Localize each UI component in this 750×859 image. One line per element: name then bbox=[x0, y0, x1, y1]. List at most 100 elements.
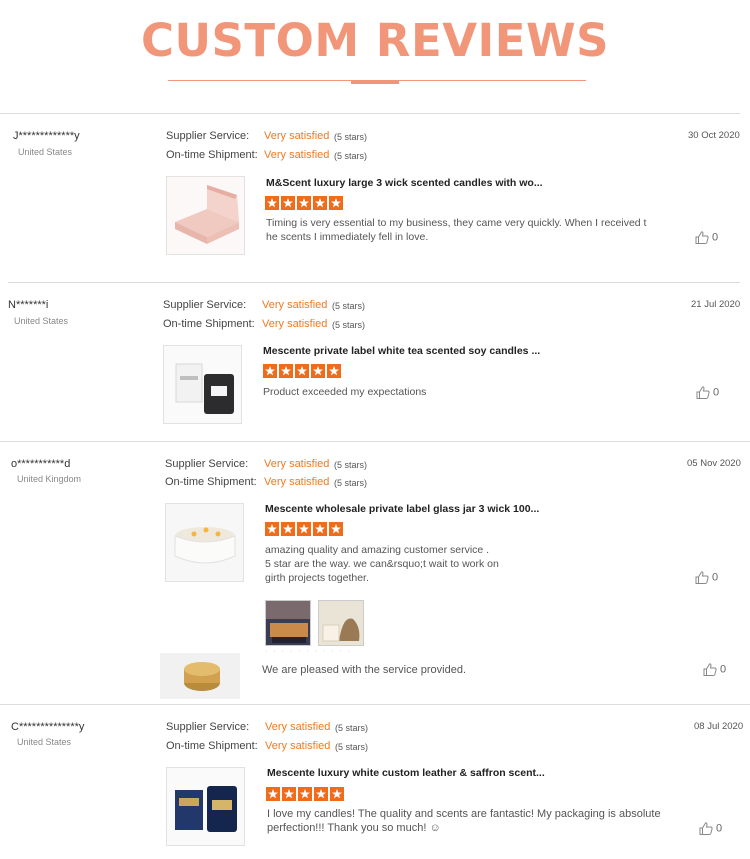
star-icon bbox=[281, 196, 295, 210]
review-text-line: perfection!!! Thank you so much! ☺ bbox=[267, 822, 441, 834]
reviewer-name: C**************y bbox=[11, 721, 85, 733]
review-photo[interactable] bbox=[265, 600, 311, 646]
star-icon bbox=[313, 522, 327, 536]
star-icon bbox=[279, 364, 293, 378]
star-icon bbox=[265, 196, 279, 210]
product-thumbnail[interactable] bbox=[163, 345, 242, 424]
product-thumbnail[interactable] bbox=[166, 176, 245, 255]
star-icon bbox=[297, 196, 311, 210]
reviewer-name: J*************y bbox=[13, 130, 80, 142]
thumbs-up-icon bbox=[699, 822, 713, 835]
like-button[interactable]: 0 bbox=[696, 386, 719, 399]
ontime-shipment-label: On-time Shipment: bbox=[165, 476, 257, 488]
supplier-service-label: Supplier Service: bbox=[163, 299, 247, 311]
star-icon bbox=[329, 522, 343, 536]
star-rating bbox=[265, 196, 345, 210]
ontime-shipment-value: Very satisfied bbox=[264, 476, 330, 488]
like-button[interactable]: 0 bbox=[699, 822, 722, 835]
star-icon bbox=[311, 364, 325, 378]
review-card: N*******i United States Supplier Service… bbox=[0, 283, 750, 441]
star-icon bbox=[329, 196, 343, 210]
review-date: 05 Nov 2020 bbox=[687, 458, 741, 469]
thumbs-up-icon bbox=[696, 386, 710, 399]
supplier-service-stars: (5 stars) bbox=[335, 723, 369, 733]
star-icon bbox=[281, 522, 295, 536]
supplier-service-value: Very satisfied bbox=[264, 130, 330, 142]
ontime-shipment-value: Very satisfied bbox=[264, 149, 330, 161]
like-count: 0 bbox=[712, 231, 719, 244]
like-count: 0 bbox=[712, 571, 719, 584]
thumbs-up-icon bbox=[695, 231, 709, 244]
review-text-line: amazing quality and amazing customer ser… bbox=[265, 544, 490, 556]
review-date: 30 Oct 2020 bbox=[688, 130, 740, 141]
review-card: J*************y United States Supplier S… bbox=[0, 114, 750, 282]
star-icon bbox=[330, 787, 344, 801]
star-icon bbox=[266, 787, 280, 801]
review-card: C**************y United States Supplier … bbox=[0, 705, 750, 859]
review-date: 08 Jul 2020 bbox=[694, 721, 744, 732]
star-rating bbox=[263, 364, 343, 378]
reviewer-name: o***********d bbox=[11, 458, 71, 470]
review-text-line: girth projects together. bbox=[265, 572, 369, 584]
review-text: Product exceeded my expectations bbox=[263, 386, 427, 398]
supplier-service-stars: (5 stars) bbox=[332, 301, 366, 311]
like-count: 0 bbox=[720, 663, 727, 676]
ontime-shipment-stars: (5 stars) bbox=[334, 151, 368, 161]
product-name[interactable]: Mescente private label white tea scented… bbox=[263, 345, 540, 357]
star-icon bbox=[282, 787, 296, 801]
product-thumbnail[interactable] bbox=[166, 767, 245, 846]
star-icon bbox=[313, 196, 327, 210]
ontime-shipment-label: On-time Shipment: bbox=[163, 318, 255, 330]
star-icon bbox=[265, 522, 279, 536]
page-header: CUSTOM REVIEWS bbox=[0, 0, 750, 112]
star-icon bbox=[298, 787, 312, 801]
supplier-service-label: Supplier Service: bbox=[166, 721, 250, 733]
like-button[interactable]: 0 bbox=[695, 571, 718, 584]
review-photo[interactable] bbox=[318, 600, 364, 646]
thumbs-up-icon bbox=[695, 571, 709, 584]
product-thumbnail[interactable] bbox=[165, 503, 244, 582]
reviewer-country: United Kingdom bbox=[17, 474, 82, 484]
review-text: We are pleased with the service provided… bbox=[262, 664, 467, 676]
review-date: 21 Jul 2020 bbox=[691, 299, 741, 310]
star-rating bbox=[265, 522, 345, 536]
product-name[interactable]: M&Scent luxury large 3 wick scented cand… bbox=[266, 177, 543, 189]
thumbs-up-icon bbox=[703, 663, 717, 676]
supplier-service-value: Very satisfied bbox=[265, 721, 331, 733]
supplier-service-stars: (5 stars) bbox=[334, 460, 368, 470]
review-text-line: 5 star are the way. we can&rsquo;t wait … bbox=[265, 558, 499, 570]
reviewer-country: United States bbox=[14, 316, 69, 326]
page-title: CUSTOM REVIEWS bbox=[140, 14, 610, 67]
like-count: 0 bbox=[713, 386, 720, 399]
product-thumbnail[interactable] bbox=[160, 653, 240, 699]
supplier-service-value: Very satisfied bbox=[264, 458, 330, 470]
star-rating bbox=[266, 787, 346, 801]
star-icon bbox=[297, 522, 311, 536]
review-text: Timing is very essential to my business,… bbox=[266, 217, 647, 243]
supplier-service-value: Very satisfied bbox=[262, 299, 328, 311]
supplier-service-label: Supplier Service: bbox=[166, 130, 250, 142]
like-button[interactable]: 0 bbox=[695, 231, 718, 244]
supplier-service-stars: (5 stars) bbox=[334, 132, 368, 142]
star-icon bbox=[295, 364, 309, 378]
review-text-line: I love my candles! The quality and scent… bbox=[267, 808, 661, 820]
ontime-shipment-value: Very satisfied bbox=[262, 318, 328, 330]
star-icon bbox=[263, 364, 277, 378]
ontime-shipment-label: On-time Shipment: bbox=[166, 149, 258, 161]
ontime-shipment-stars: (5 stars) bbox=[335, 742, 369, 752]
ontime-shipment-value: Very satisfied bbox=[265, 740, 331, 752]
ontime-shipment-label: On-time Shipment: bbox=[166, 740, 258, 752]
photo-indicator-dots: · · · · · · · · · · · bbox=[265, 648, 353, 655]
product-name[interactable]: Mescente wholesale private label glass j… bbox=[265, 503, 539, 515]
product-name[interactable]: Mescente luxury white custom leather & s… bbox=[267, 767, 545, 779]
ontime-shipment-stars: (5 stars) bbox=[332, 320, 366, 330]
star-icon bbox=[314, 787, 328, 801]
reviewer-name: N*******i bbox=[8, 299, 49, 311]
ontime-shipment-stars: (5 stars) bbox=[334, 478, 368, 488]
supplier-service-label: Supplier Service: bbox=[165, 458, 249, 470]
like-button[interactable]: 0 bbox=[703, 663, 726, 676]
star-icon bbox=[327, 364, 341, 378]
reviewer-country: United States bbox=[18, 147, 73, 157]
reviewer-country: United States bbox=[17, 737, 72, 747]
title-underline-accent bbox=[351, 80, 399, 84]
